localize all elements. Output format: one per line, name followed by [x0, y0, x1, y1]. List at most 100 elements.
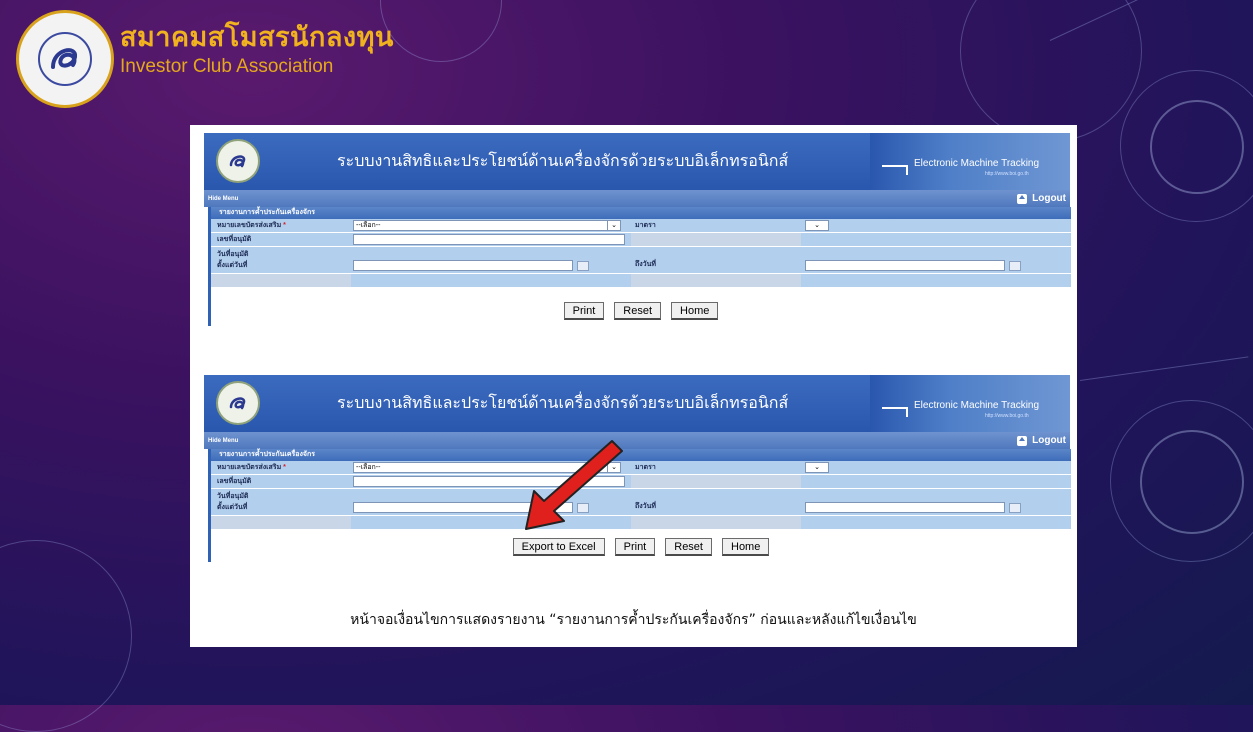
form-row: วันที่อนุมัติ ตั้งแต่วันที่ ถึงวันที่ — [211, 247, 1071, 274]
calendar-icon[interactable] — [1009, 503, 1021, 513]
emt-label: Electronic Machine Tracking — [914, 400, 1040, 411]
nav-right: Logout — [1017, 193, 1066, 204]
promo-cert-label-text: หมายเลขบัตรส่งเสริม — [217, 464, 282, 471]
form-row: เลขที่อนุมัติ — [211, 233, 1071, 247]
screenshot-before: ระบบงานสิทธิและประโยชน์ด้านเครื่องจักรด้… — [204, 133, 1071, 326]
emt-url: http://www.boi.go.th — [985, 171, 1029, 177]
report-form: รายงานการค้ำประกันเครื่องจักร หมายเลขบัต… — [208, 449, 1071, 562]
to-date-label: ถึงวันที่ — [631, 489, 801, 515]
chevron-down-icon: ⌄ — [814, 222, 820, 229]
to-date-input[interactable] — [805, 260, 1005, 271]
date-label: วันที่อนุมัติ ตั้งแต่วันที่ — [211, 489, 351, 515]
home-icon[interactable] — [1017, 435, 1028, 446]
decorative-ring — [1150, 100, 1244, 194]
brand-block: สมาคมสโมสรนักลงทุน Investor Club Associa… — [16, 10, 394, 108]
hide-menu-link[interactable]: Hide Menu — [208, 196, 238, 202]
empty-cell — [631, 233, 801, 246]
promo-cert-label-text: หมายเลขบัตรส่งเสริม — [217, 222, 282, 229]
logout-link[interactable]: Logout — [1032, 193, 1066, 204]
calendar-icon[interactable] — [1009, 261, 1021, 271]
section-label: มาตรา — [631, 219, 801, 232]
home-button[interactable]: Home — [671, 302, 719, 320]
section-title: รายงานการค้ำประกันเครื่องจักร — [211, 449, 1071, 461]
promo-cert-label: หมายเลขบัตรส่งเสริม * — [211, 461, 351, 474]
emt-banner: Electronic Machine Tracking http://www.b… — [870, 133, 1070, 190]
seal-icon — [216, 139, 260, 183]
empty-cell — [801, 233, 1071, 246]
report-form: รายงานการค้ำประกันเครื่องจักร หมายเลขบัต… — [208, 207, 1071, 326]
emt-bracket-icon — [882, 165, 908, 175]
section-cell: ⌄ — [801, 461, 1071, 474]
nav-bar: Hide Menu Logout — [204, 190, 1070, 207]
logout-link[interactable]: Logout — [1032, 435, 1066, 446]
reset-button[interactable]: Reset — [665, 538, 712, 556]
system-title: ระบบงานสิทธิและประโยชน์ด้านเครื่องจักรด้… — [337, 153, 789, 170]
decorative-ring — [0, 540, 132, 732]
from-date-label: ตั้งแต่วันที่ — [217, 504, 248, 511]
empty-cell — [631, 274, 801, 287]
decorative-line — [1079, 356, 1249, 381]
to-date-input[interactable] — [805, 502, 1005, 513]
empty-cell — [211, 274, 351, 287]
empty-cell — [631, 475, 801, 488]
section-select[interactable]: ⌄ — [805, 220, 829, 231]
system-header: ระบบงานสิทธิและประโยชน์ด้านเครื่องจักรด้… — [204, 375, 1070, 432]
section-select[interactable]: ⌄ — [805, 462, 829, 473]
system-header: ระบบงานสิทธิและประโยชน์ด้านเครื่องจักรด้… — [204, 133, 1070, 190]
empty-cell — [801, 516, 1071, 529]
approval-no-input[interactable] — [353, 234, 625, 245]
empty-cell — [211, 516, 351, 529]
seal-icon — [216, 381, 260, 425]
from-date-cell — [351, 247, 631, 273]
select-value: --เลือก-- — [356, 464, 381, 471]
to-date-label-text: ถึงวันที่ — [635, 261, 656, 268]
screenshot-after: ระบบงานสิทธิและประโยชน์ด้านเครื่องจักรด้… — [204, 375, 1071, 562]
chevron-down-icon: ⌄ — [607, 221, 620, 230]
empty-cell — [801, 475, 1071, 488]
to-date-cell — [801, 489, 1071, 515]
approval-no-label: เลขที่อนุมัติ — [211, 233, 351, 246]
empty-cell — [631, 516, 801, 529]
form-row: หมายเลขบัตรส่งเสริม * --เลือก-- ⌄ มาตรา ⌄ — [211, 219, 1071, 233]
home-button[interactable]: Home — [722, 538, 770, 556]
section-cell: ⌄ — [801, 219, 1071, 232]
section-label: มาตรา — [631, 461, 801, 474]
home-icon[interactable] — [1017, 193, 1028, 204]
required-mark: * — [283, 222, 286, 229]
decorative-ring — [1140, 430, 1244, 534]
promo-cert-cell: --เลือก-- ⌄ — [351, 219, 631, 232]
form-row — [211, 274, 1071, 288]
from-date-input[interactable] — [353, 260, 573, 271]
promo-cert-label: หมายเลขบัตรส่งเสริม * — [211, 219, 351, 232]
form-row: วันที่อนุมัติ ตั้งแต่วันที่ ถึงวันที่ — [211, 489, 1071, 516]
emt-bracket-icon — [882, 407, 908, 417]
brand-name-thai: สมาคมสโมสรนักลงทุน — [120, 21, 394, 52]
to-date-label-text: ถึงวันที่ — [635, 503, 656, 510]
chevron-down-icon: ⌄ — [814, 464, 820, 471]
logo-icon — [16, 10, 114, 108]
approval-no-label: เลขที่อนุมัติ — [211, 475, 351, 488]
button-row: Print Reset Home — [211, 302, 1071, 320]
reset-button[interactable]: Reset — [614, 302, 662, 320]
calendar-icon[interactable] — [577, 261, 589, 271]
promo-cert-select[interactable]: --เลือก-- ⌄ — [353, 220, 621, 231]
emt-url: http://www.boi.go.th — [985, 413, 1029, 419]
print-button[interactable]: Print — [563, 302, 605, 320]
empty-cell — [801, 274, 1071, 287]
hide-menu-link[interactable]: Hide Menu — [208, 438, 238, 444]
to-date-cell — [801, 247, 1071, 273]
nav-bar: Hide Menu Logout — [204, 432, 1070, 449]
content-panel: ระบบงานสิทธิและประโยชน์ด้านเครื่องจักรด้… — [190, 125, 1077, 647]
system-title: ระบบงานสิทธิและประโยชน์ด้านเครื่องจักรด้… — [337, 395, 789, 412]
brand-text: สมาคมสโมสรนักลงทุน Investor Club Associa… — [120, 15, 394, 78]
decorative-ring — [380, 0, 502, 62]
empty-cell — [351, 274, 631, 287]
section-title: รายงานการค้ำประกันเครื่องจักร — [211, 207, 1071, 219]
approval-date-label: วันที่อนุมัติ — [217, 493, 249, 500]
print-button[interactable]: Print — [614, 538, 656, 556]
to-date-label: ถึงวันที่ — [631, 247, 801, 273]
approval-date-label: วันที่อนุมัติ — [217, 251, 249, 258]
export-to-excel-button[interactable]: Export to Excel — [512, 538, 605, 556]
form-row: หมายเลขบัตรส่งเสริม * --เลือก-- ⌄ มาตรา ⌄ — [211, 461, 1071, 475]
required-mark: * — [283, 464, 286, 471]
